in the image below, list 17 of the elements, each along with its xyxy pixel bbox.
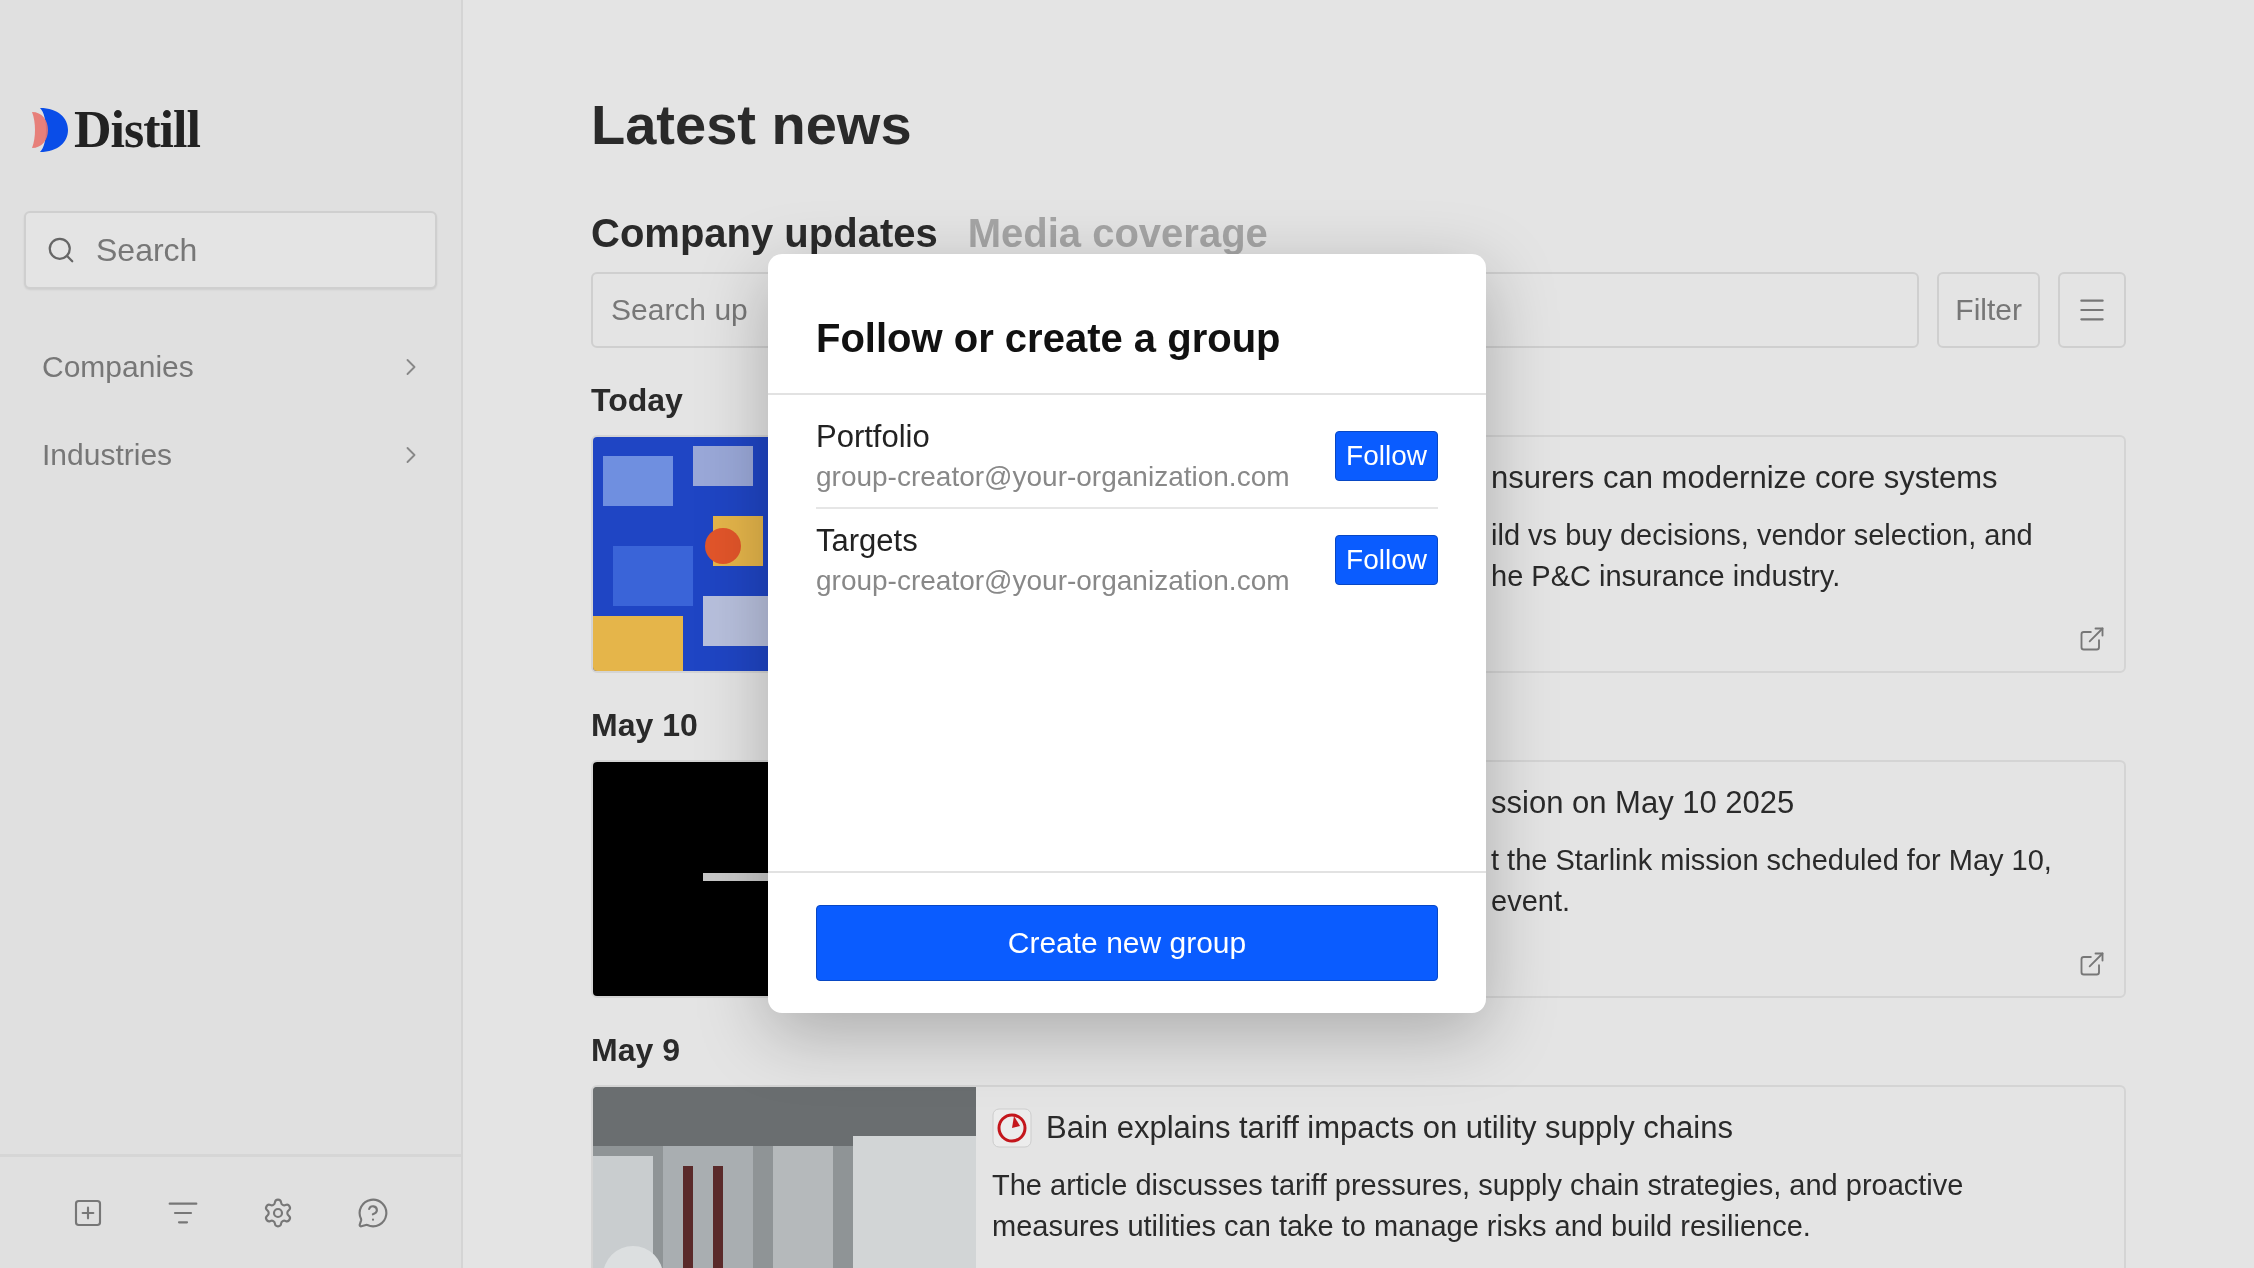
page-title: Latest news (591, 92, 912, 157)
dialog-title: Follow or create a group (768, 254, 1486, 395)
group-name: Targets (816, 523, 918, 559)
date-heading: May 10 (591, 707, 698, 744)
article-title: Bain explains tariff impacts on utility supply chains (1046, 1110, 1733, 1146)
article-summary: event. (1491, 884, 1570, 919)
article-summary: ild vs buy decisions, vendor selection, and (1491, 518, 2033, 553)
logo-text: Distill (74, 100, 200, 159)
article-summary: he P&C insurance industry. (1491, 559, 1841, 594)
article-title: nsurers can modernize core systems (1491, 460, 1998, 496)
date-heading: May 9 (591, 1032, 680, 1069)
article-summary: The article discusses tariff pressures, supply chain strategies, and proactive measures utilities can take to manage risks and build resilience. (992, 1168, 1965, 1244)
article-title: ssion on May 10 2025 (1491, 785, 1795, 821)
date-heading: Today (591, 382, 683, 419)
article-summary: t the Starlink mission scheduled for May 10, (1491, 843, 2052, 878)
group-creator: group-creator@your-organization.com (816, 461, 1290, 493)
group-creator: group-creator@your-organization.com (816, 565, 1290, 597)
